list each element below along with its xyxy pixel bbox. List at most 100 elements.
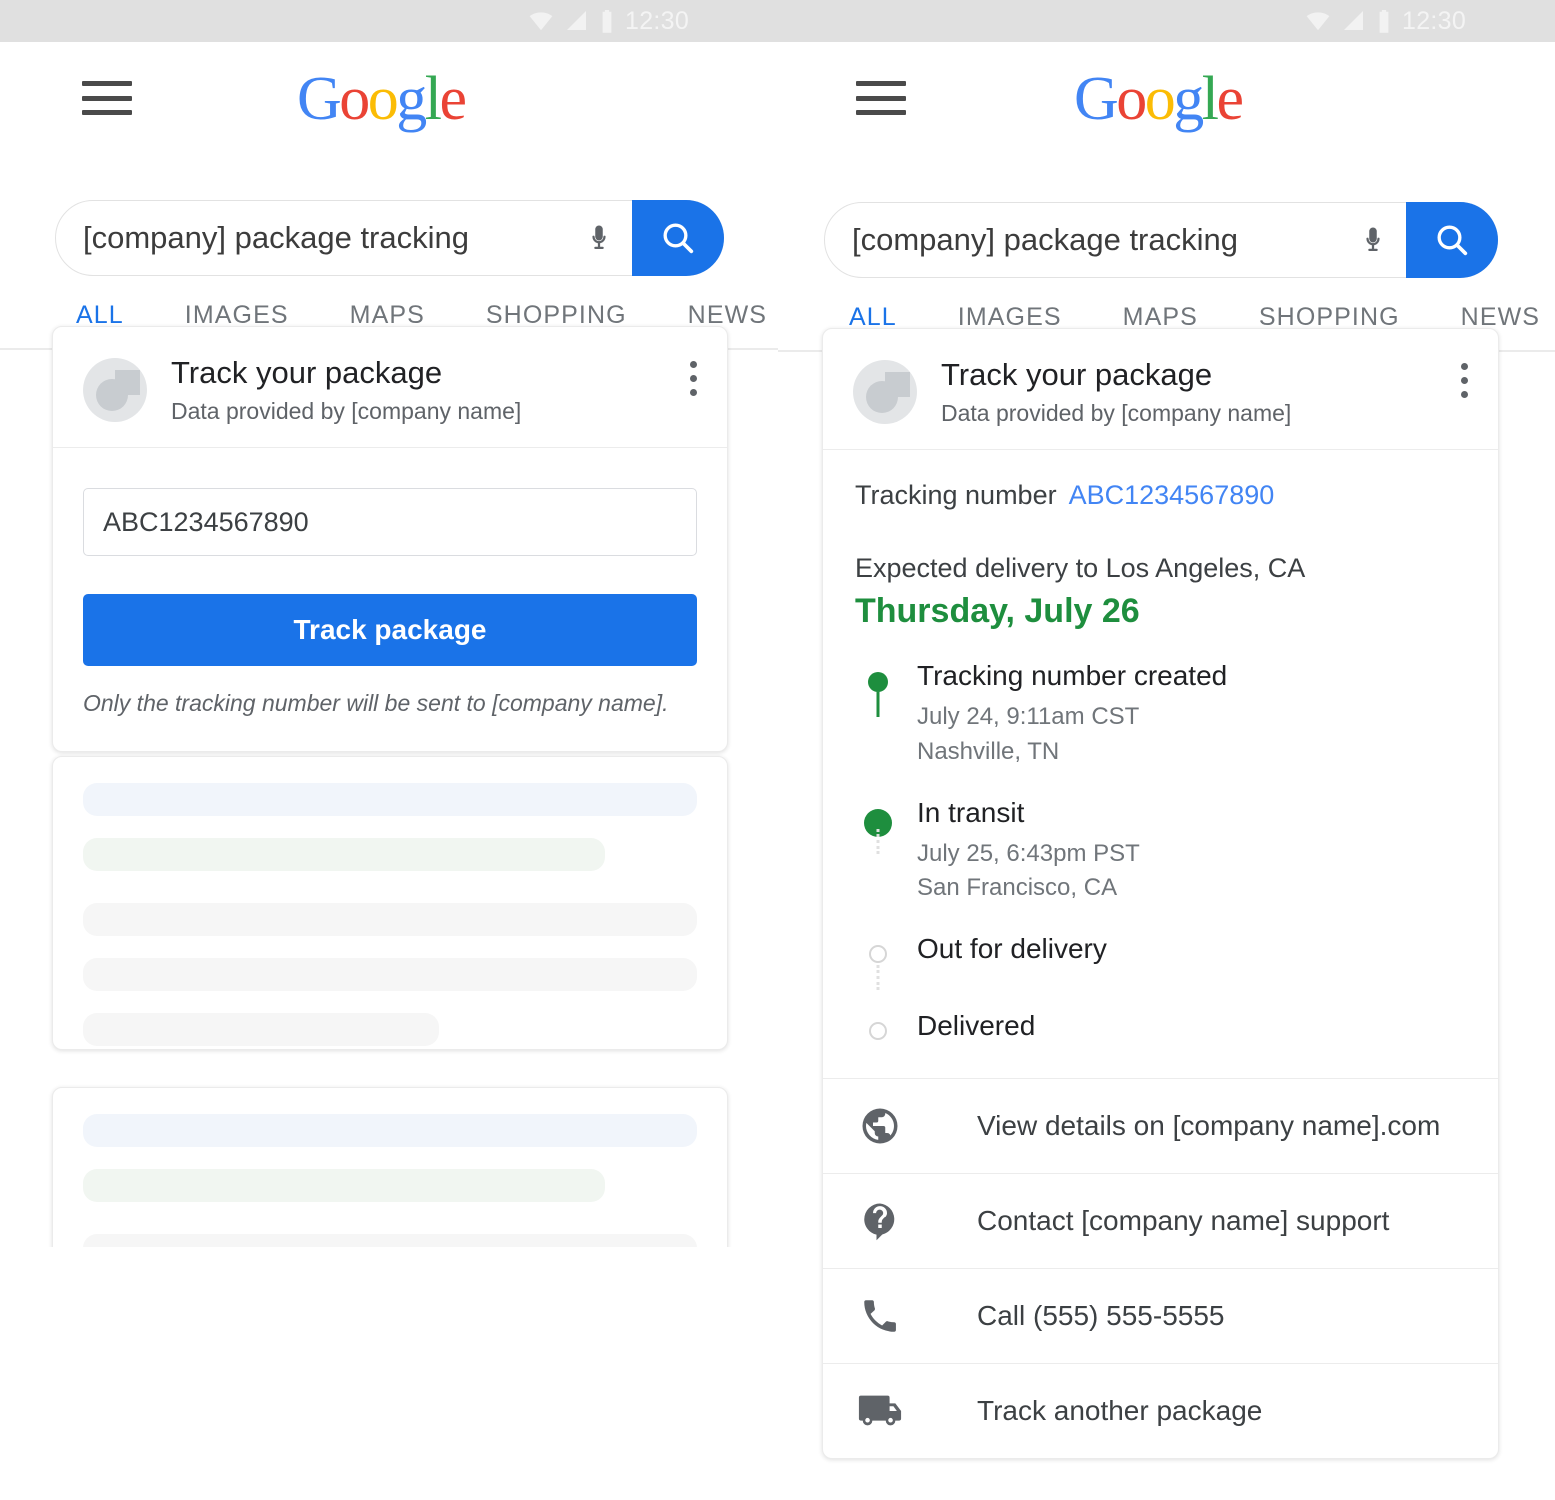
logo-letter: o — [339, 65, 370, 133]
action-contact-support[interactable]: Contact [company name] support — [823, 1173, 1498, 1268]
placeholder-bar — [83, 838, 605, 871]
result-placeholder-card — [52, 1087, 728, 1247]
card-title: Track your package — [171, 355, 443, 390]
timeline-title: Out for delivery — [917, 933, 1107, 965]
logo-letter: o — [1144, 65, 1176, 133]
tracking-detail-card: Track your package Data provided by [com… — [822, 328, 1499, 1460]
globe-icon — [855, 1105, 905, 1147]
card-header: Track your package Data provided by [com… — [823, 329, 1498, 451]
logo-letter: G — [297, 65, 342, 133]
signal-icon — [567, 11, 586, 30]
timeline-title: In transit — [917, 796, 1025, 828]
status-cluster-right: 12:30 — [1305, 0, 1466, 42]
logo-letter: o — [367, 65, 399, 133]
timeline-item: In transit July 25, 6:43pm PST San Franc… — [855, 796, 1466, 935]
search-bar[interactable]: [company] package tracking — [824, 202, 1498, 278]
timeline-place: Nashville, TN — [917, 737, 1060, 765]
microphone-icon[interactable] — [1356, 218, 1390, 262]
search-bar[interactable]: [company] package tracking — [55, 200, 724, 276]
overflow-menu-icon[interactable] — [1461, 363, 1468, 398]
timeline-time: July 24, 9:11am CST — [917, 703, 1140, 731]
track-package-card: Track your package Data provided by [com… — [52, 326, 728, 753]
tracking-number-input[interactable] — [83, 488, 697, 557]
microphone-icon[interactable] — [582, 216, 616, 260]
placeholder-bar — [83, 1169, 605, 1202]
action-track-another[interactable]: Track another package — [823, 1363, 1498, 1458]
card-subtitle: Data provided by [company name] — [941, 400, 1292, 427]
tracking-timeline: Tracking number created July 24, 9:11am … — [855, 661, 1466, 1048]
phone-icon — [855, 1295, 905, 1337]
status-cluster-left: 12:30 — [528, 0, 689, 42]
logo-letter: g — [396, 65, 427, 133]
tracking-detail-body: Tracking number ABC1234567890 Expected de… — [823, 450, 1498, 1078]
timeline-dot-current-icon — [855, 798, 901, 854]
right-screen: Google [company] package tracking ALL IM… — [778, 42, 1555, 1500]
placeholder-bar — [83, 1013, 440, 1046]
tracking-number-label: Tracking number — [855, 480, 1057, 511]
timeline-dot-pending-icon — [855, 934, 901, 991]
google-logo: Google — [1074, 65, 1245, 133]
action-label: Track another package — [977, 1395, 1263, 1427]
left-screen: Google [company] package tracking ALL IM… — [0, 42, 778, 1247]
logo-letter: G — [1074, 65, 1119, 133]
logo-letter: e — [1216, 65, 1245, 133]
placeholder-bar — [83, 783, 697, 816]
expected-delivery-label: Expected delivery to Los Angeles, CA — [855, 553, 1306, 584]
action-label: View details on [company name].com — [977, 1110, 1441, 1142]
battery-icon — [1379, 9, 1389, 33]
timeline-title: Tracking number created — [917, 660, 1228, 692]
search-query-text[interactable]: [company] package tracking — [852, 202, 1238, 278]
action-view-details[interactable]: View details on [company name].com — [823, 1078, 1498, 1173]
provider-avatar-placeholder-icon — [83, 358, 147, 422]
search-button[interactable] — [632, 200, 724, 276]
screenshot-root: 12:30 12:30 Google [company] package tra… — [0, 0, 1555, 1500]
search-header: Google — [0, 42, 778, 152]
tracking-number-row: Tracking number ABC1234567890 — [855, 480, 1466, 511]
card-subtitle: Data provided by [company name] — [171, 398, 522, 425]
status-time: 12:30 — [1402, 6, 1467, 35]
action-label: Call (555) 555-5555 — [977, 1300, 1225, 1332]
track-package-button[interactable]: Track package — [83, 594, 697, 667]
timeline-place: San Francisco, CA — [917, 874, 1118, 902]
help-icon — [855, 1200, 905, 1242]
status-time: 12:30 — [625, 6, 690, 35]
provider-avatar-placeholder-icon — [853, 360, 917, 424]
wifi-icon — [1306, 12, 1330, 31]
card-header: Track your package Data provided by [com… — [53, 327, 727, 449]
timeline-dot-done-icon — [855, 661, 901, 718]
placeholder-bar — [83, 1114, 697, 1147]
search-header: Google — [778, 42, 1555, 152]
truck-icon — [855, 1388, 905, 1434]
tracking-number-link[interactable]: ABC1234567890 — [1069, 480, 1275, 510]
timeline-title: Delivered — [917, 1010, 1036, 1042]
timeline-item: Out for delivery — [855, 934, 1466, 1011]
overflow-menu-icon[interactable] — [690, 361, 697, 396]
logo-letter: o — [1116, 65, 1147, 133]
logo-letter: l — [424, 65, 442, 133]
privacy-disclaimer: Only the tracking number will be sent to… — [83, 690, 669, 717]
placeholder-bar — [83, 1234, 697, 1247]
timeline-time: July 25, 6:43pm PST — [917, 839, 1140, 867]
action-label: Contact [company name] support — [977, 1205, 1390, 1237]
wifi-icon — [529, 12, 553, 31]
menu-icon[interactable] — [856, 81, 906, 115]
timeline-item: Delivered — [855, 1010, 1466, 1048]
logo-letter: l — [1201, 65, 1219, 133]
card-title: Track your package — [941, 357, 1213, 392]
expected-delivery-date: Thursday, July 26 — [855, 592, 1140, 631]
logo-letter: g — [1173, 65, 1204, 133]
placeholder-bar — [83, 958, 697, 991]
search-query-text[interactable]: [company] package tracking — [83, 200, 469, 276]
search-button[interactable] — [1406, 202, 1498, 278]
logo-letter: e — [439, 65, 468, 133]
google-logo: Google — [297, 65, 468, 133]
placeholder-bar — [83, 903, 697, 936]
timeline-item: Tracking number created July 24, 9:11am … — [855, 661, 1466, 798]
timeline-dot-pending-icon — [855, 1011, 901, 1057]
menu-icon[interactable] — [82, 81, 132, 115]
card-body: Track package Only the tracking number w… — [53, 448, 727, 751]
signal-icon — [1344, 11, 1363, 30]
action-call[interactable]: Call (555) 555-5555 — [823, 1268, 1498, 1363]
status-bar: 12:30 12:30 — [0, 0, 1555, 42]
result-placeholder-card — [52, 756, 728, 1050]
